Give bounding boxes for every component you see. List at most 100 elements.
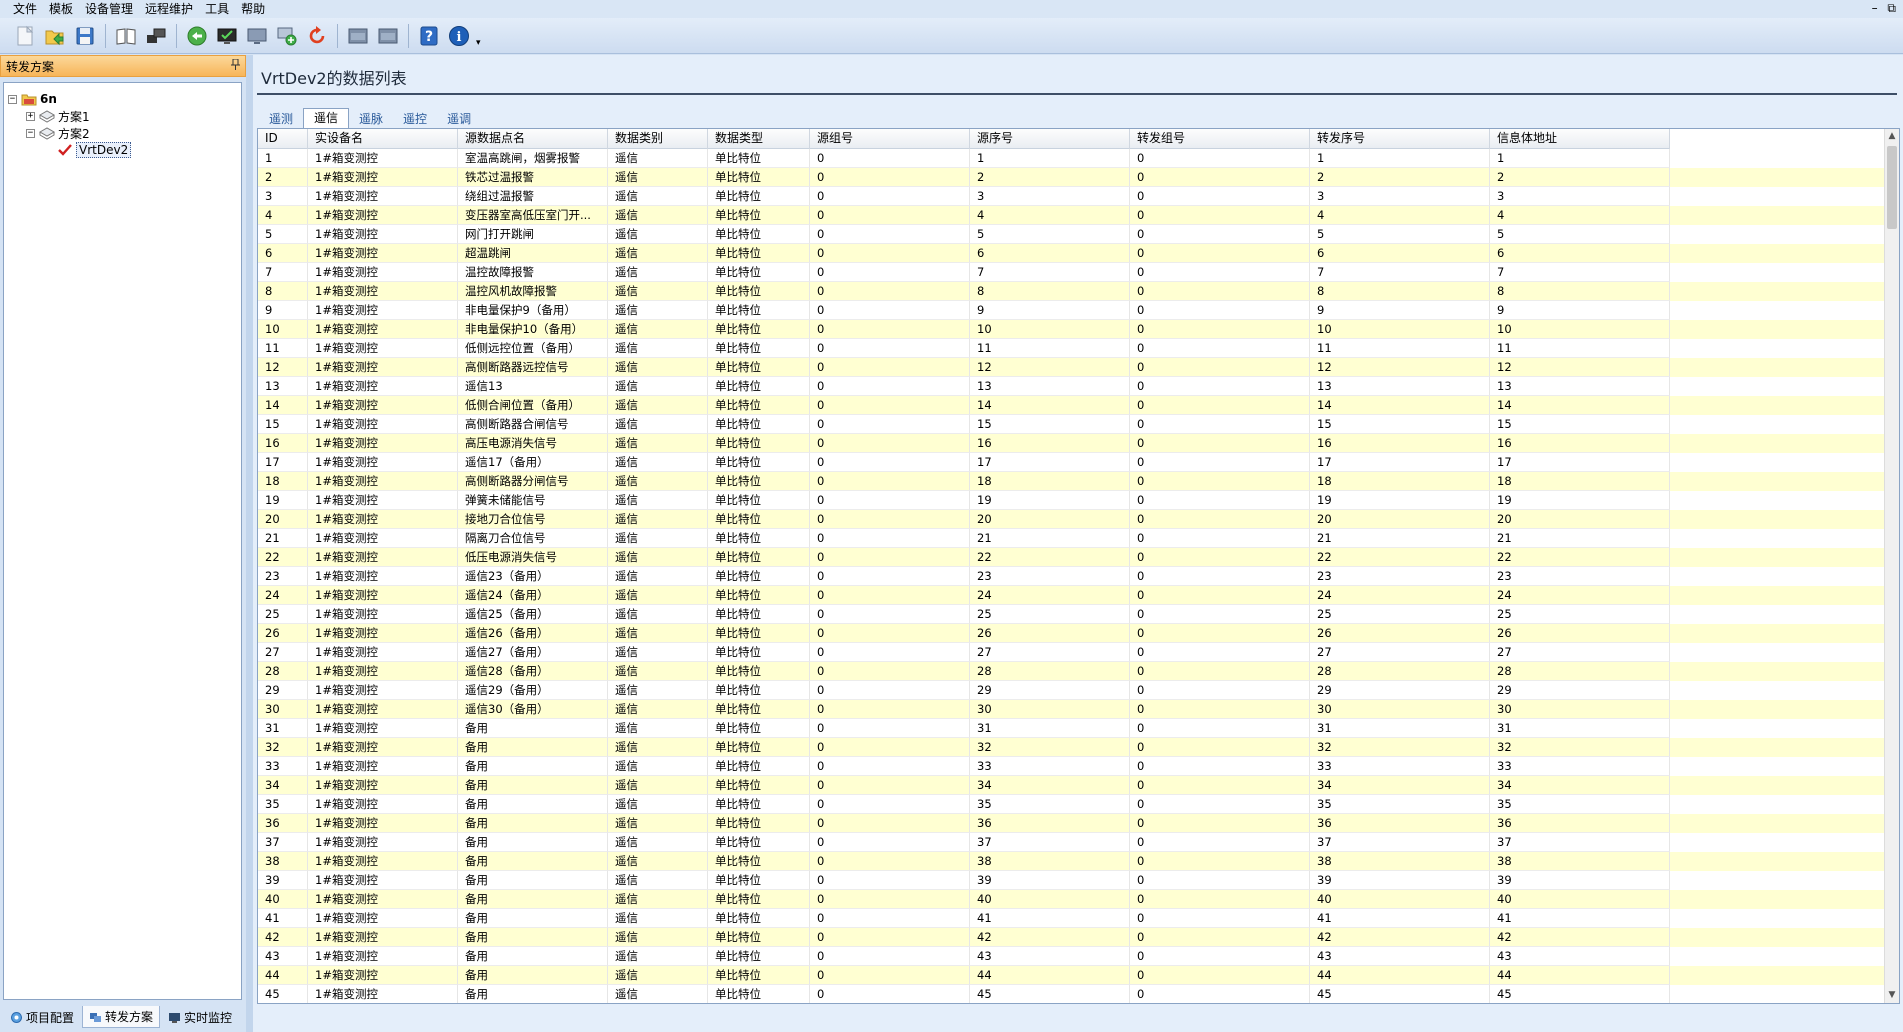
- scroll-down-icon[interactable]: ▼: [1885, 988, 1899, 1003]
- ftp-icon[interactable]: [373, 21, 403, 51]
- column-header[interactable]: 源组号: [810, 129, 970, 149]
- column-header[interactable]: 数据类型: [708, 129, 810, 149]
- table-row[interactable]: 7 1#箱变测控 温控故障报警 遥信 单比特位 0 7 0 7 7: [258, 263, 1886, 282]
- table-row[interactable]: 43 1#箱变测控 备用 遥信 单比特位 0 43 0 43 43: [258, 947, 1886, 966]
- left-tab[interactable]: 项目配置: [4, 1007, 80, 1028]
- add-device-icon[interactable]: [272, 21, 302, 51]
- table-row[interactable]: 3 1#箱变测控 绕组过温报警 遥信 单比特位 0 3 0 3 3: [258, 187, 1886, 206]
- new-icon[interactable]: [10, 21, 40, 51]
- minimize-button[interactable]: –: [1869, 1, 1881, 15]
- table-row[interactable]: 15 1#箱变测控 高侧断路器合闸信号 遥信 单比特位 0 15 0 15 15: [258, 415, 1886, 434]
- table-row[interactable]: 28 1#箱变测控 遥信28（备用） 遥信 单比特位 0 28 0 28 28: [258, 662, 1886, 681]
- table-row[interactable]: 44 1#箱变测控 备用 遥信 单比特位 0 44 0 44 44: [258, 966, 1886, 985]
- table-row[interactable]: 4 1#箱变测控 变压器室高低压室门开... 遥信 单比特位 0 4 0 4 4: [258, 206, 1886, 225]
- network-icon[interactable]: [141, 21, 171, 51]
- data-tab[interactable]: 遥调: [437, 110, 481, 128]
- table-row[interactable]: 45 1#箱变测控 备用 遥信 单比特位 0 45 0 45 45: [258, 985, 1886, 1003]
- vertical-scrollbar[interactable]: ▲ ▼: [1884, 129, 1899, 1003]
- table-cell: 接地刀合位信号: [458, 510, 608, 529]
- table-row[interactable]: 36 1#箱变测控 备用 遥信 单比特位 0 36 0 36 36: [258, 814, 1886, 833]
- table-cell: 39: [1310, 871, 1490, 890]
- table-row[interactable]: 11 1#箱变测控 低侧远控位置（备用） 遥信 单比特位 0 11 0 11 11: [258, 339, 1886, 358]
- table-row[interactable]: 34 1#箱变测控 备用 遥信 单比特位 0 34 0 34 34: [258, 776, 1886, 795]
- menu-item[interactable]: 远程维护: [139, 0, 199, 18]
- scroll-thumb[interactable]: [1887, 146, 1897, 229]
- tree-node[interactable]: VrtDev2: [44, 140, 132, 160]
- help-icon[interactable]: ?: [414, 21, 444, 51]
- menu-item[interactable]: 工具: [199, 0, 235, 18]
- table-cell: 42: [1490, 928, 1670, 947]
- column-header[interactable]: 数据类别: [608, 129, 708, 149]
- table-row[interactable]: 2 1#箱变测控 铁芯过温报警 遥信 单比特位 0 2 0 2 2: [258, 168, 1886, 187]
- column-header[interactable]: 源数据点名: [458, 129, 608, 149]
- table-row[interactable]: 10 1#箱变测控 非电量保护10（备用） 遥信 单比特位 0 10 0 10 10: [258, 320, 1886, 339]
- table-row[interactable]: 19 1#箱变测控 弹簧未储能信号 遥信 单比特位 0 19 0 19 19: [258, 491, 1886, 510]
- table-row[interactable]: 9 1#箱变测控 非电量保护9（备用） 遥信 单比特位 0 9 0 9 9: [258, 301, 1886, 320]
- column-header[interactable]: 源序号: [970, 129, 1130, 149]
- table-row[interactable]: 21 1#箱变测控 隔离刀合位信号 遥信 单比特位 0 21 0 21 21: [258, 529, 1886, 548]
- table-row[interactable]: 6 1#箱变测控 超温跳闸 遥信 单比特位 0 6 0 6 6: [258, 244, 1886, 263]
- table-row[interactable]: 12 1#箱变测控 高侧断路器远控信号 遥信 单比特位 0 12 0 12 12: [258, 358, 1886, 377]
- table-row[interactable]: 13 1#箱变测控 遥信13 遥信 单比特位 0 13 0 13 13: [258, 377, 1886, 396]
- table-row[interactable]: 8 1#箱变测控 温控风机故障报警 遥信 单比特位 0 8 0 8 8: [258, 282, 1886, 301]
- book-icon[interactable]: [111, 21, 141, 51]
- menu-item[interactable]: 帮助: [235, 0, 271, 18]
- table-row[interactable]: 24 1#箱变测控 遥信24（备用） 遥信 单比特位 0 24 0 24 24: [258, 586, 1886, 605]
- left-tab[interactable]: 实时监控: [162, 1007, 238, 1028]
- splitter[interactable]: [246, 55, 253, 1032]
- table-row[interactable]: 41 1#箱变测控 备用 遥信 单比特位 0 41 0 41 41: [258, 909, 1886, 928]
- table-row[interactable]: 39 1#箱变测控 备用 遥信 单比特位 0 39 0 39 39: [258, 871, 1886, 890]
- pin-icon[interactable]: [231, 58, 240, 73]
- table-row[interactable]: 25 1#箱变测控 遥信25（备用） 遥信 单比特位 0 25 0 25 25: [258, 605, 1886, 624]
- data-tab[interactable]: 遥控: [393, 110, 437, 128]
- table-row[interactable]: 1 1#箱变测控 室温高跳闸，烟雾报警 遥信 单比特位 0 1 0 1 1: [258, 149, 1886, 168]
- connect-icon[interactable]: [182, 21, 212, 51]
- toolbar-overflow-icon[interactable]: ▾: [476, 38, 481, 48]
- table-row[interactable]: 31 1#箱变测控 备用 遥信 单比特位 0 31 0 31 31: [258, 719, 1886, 738]
- table-row[interactable]: 42 1#箱变测控 备用 遥信 单比特位 0 42 0 42 42: [258, 928, 1886, 947]
- table-row[interactable]: 40 1#箱变测控 备用 遥信 单比特位 0 40 0 40 40: [258, 890, 1886, 909]
- data-tab[interactable]: 遥脉: [349, 110, 393, 128]
- screen-icon[interactable]: [242, 21, 272, 51]
- table-row[interactable]: 29 1#箱变测控 遥信29（备用） 遥信 单比特位 0 29 0 29 29: [258, 681, 1886, 700]
- column-header[interactable]: ID: [258, 129, 308, 149]
- table-row[interactable]: 26 1#箱变测控 遥信26（备用） 遥信 单比特位 0 26 0 26 26: [258, 624, 1886, 643]
- table-row[interactable]: 5 1#箱变测控 网门打开跳闸 遥信 单比特位 0 5 0 5 5: [258, 225, 1886, 244]
- left-tab[interactable]: 转发方案: [82, 1006, 161, 1028]
- table-row[interactable]: 14 1#箱变测控 低侧合闸位置（备用） 遥信 单比特位 0 14 0 14 14: [258, 396, 1886, 415]
- data-tab[interactable]: 遥信: [303, 108, 350, 128]
- table-row[interactable]: 18 1#箱变测控 高侧断路器分闸信号 遥信 单比特位 0 18 0 18 18: [258, 472, 1886, 491]
- table-row[interactable]: 32 1#箱变测控 备用 遥信 单比特位 0 32 0 32 32: [258, 738, 1886, 757]
- table-row[interactable]: 20 1#箱变测控 接地刀合位信号 遥信 单比特位 0 20 0 20 20: [258, 510, 1886, 529]
- table-row[interactable]: 27 1#箱变测控 遥信27（备用） 遥信 单比特位 0 27 0 27 27: [258, 643, 1886, 662]
- collapse-icon[interactable]: −: [26, 128, 35, 138]
- column-header[interactable]: 实设备名: [308, 129, 458, 149]
- table-row[interactable]: 33 1#箱变测控 备用 遥信 单比特位 0 33 0 33 33: [258, 757, 1886, 776]
- table-row[interactable]: 16 1#箱变测控 高压电源消失信号 遥信 单比特位 0 16 0 16 16: [258, 434, 1886, 453]
- column-header[interactable]: 信息体地址: [1490, 129, 1670, 149]
- table-row[interactable]: 37 1#箱变测控 备用 遥信 单比特位 0 37 0 37 37: [258, 833, 1886, 852]
- menu-item[interactable]: 设备管理: [79, 0, 139, 18]
- save-icon[interactable]: [70, 21, 100, 51]
- table-cell: 0: [1130, 947, 1310, 966]
- table-row[interactable]: 17 1#箱变测控 遥信17（备用） 遥信 单比特位 0 17 0 17 17: [258, 453, 1886, 472]
- refresh-icon[interactable]: [302, 21, 332, 51]
- table-row[interactable]: 35 1#箱变测控 备用 遥信 单比特位 0 35 0 35 35: [258, 795, 1886, 814]
- open-icon[interactable]: [40, 21, 70, 51]
- table-row[interactable]: 22 1#箱变测控 低压电源消失信号 遥信 单比特位 0 22 0 22 22: [258, 548, 1886, 567]
- info-icon[interactable]: i: [444, 21, 474, 51]
- monitor-check-icon[interactable]: [212, 21, 242, 51]
- scroll-up-icon[interactable]: ▲: [1885, 129, 1899, 144]
- column-header[interactable]: 转发序号: [1310, 129, 1490, 149]
- table-row[interactable]: 23 1#箱变测控 遥信23（备用） 遥信 单比特位 0 23 0 23 23: [258, 567, 1886, 586]
- data-tab[interactable]: 遥测: [259, 110, 303, 128]
- column-header[interactable]: 转发组号: [1130, 129, 1310, 149]
- table-row[interactable]: 38 1#箱变测控 备用 遥信 单比特位 0 38 0 38 38: [258, 852, 1886, 871]
- menu-item[interactable]: 文件: [0, 0, 43, 18]
- ssh-icon[interactable]: [343, 21, 373, 51]
- table-row[interactable]: 30 1#箱变测控 遥信30（备用） 遥信 单比特位 0 30 0 30 30: [258, 700, 1886, 719]
- collapse-icon[interactable]: −: [8, 94, 17, 104]
- restore-button[interactable]: ⧉: [1884, 1, 1899, 15]
- menu-item[interactable]: 模板: [43, 0, 79, 18]
- expand-icon[interactable]: +: [26, 111, 35, 121]
